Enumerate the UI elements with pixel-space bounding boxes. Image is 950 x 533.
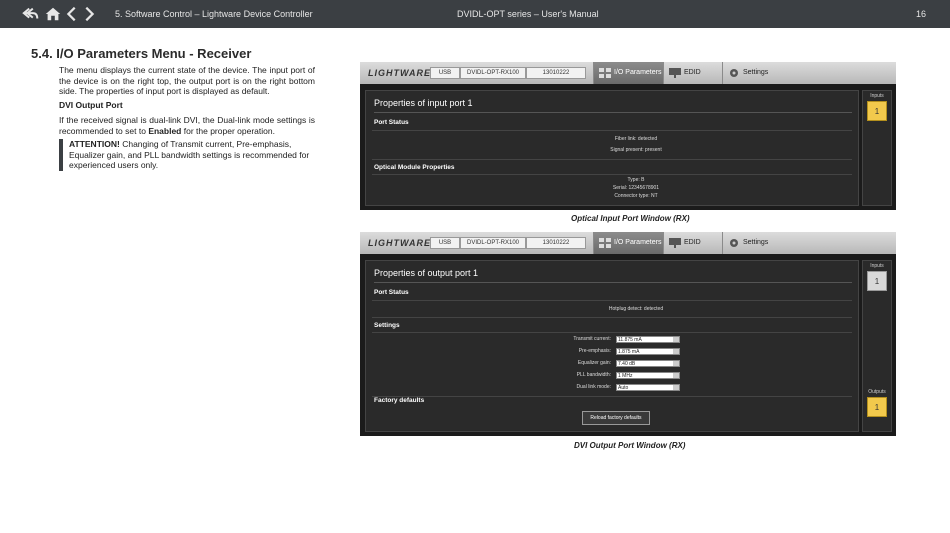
- port-status-heading: Port Status: [374, 119, 409, 126]
- outputs-label: Outputs: [868, 389, 886, 395]
- input-port-properties-panel: Properties of input port 1 Port Status F…: [365, 90, 859, 206]
- pll-bandwidth-row: PLL bandwidth: 1 MHz: [526, 372, 696, 380]
- pll-bandwidth-label: PLL bandwidth:: [576, 372, 611, 378]
- title-divider: [374, 282, 852, 283]
- tab-io-parameters[interactable]: I/O Parameters: [593, 62, 663, 84]
- optical-input-port-screenshot: LIGHTWARE USB DVIDL-OPT-RX100 13010222 I…: [360, 62, 896, 210]
- dvi-output-port-screenshot: LIGHTWARE USB DVIDL-OPT-RX100 13010222 I…: [360, 232, 896, 436]
- transmit-current-row: Transmit current: 11.875 mA: [526, 336, 696, 344]
- panel-title: Properties of input port 1: [374, 98, 473, 108]
- tab-edid[interactable]: EDID: [663, 62, 722, 84]
- attention-label: ATTENTION!: [69, 139, 120, 149]
- divider: [372, 396, 852, 397]
- back-to-previous-view-icon[interactable]: [22, 5, 40, 23]
- pll-bandwidth-select[interactable]: 1 MHz: [616, 372, 680, 379]
- tab-io-parameters[interactable]: I/O Parameters: [593, 232, 663, 254]
- settings-heading: Settings: [374, 322, 400, 329]
- serial-field: 13010222: [526, 237, 586, 249]
- monitor-icon: [669, 238, 681, 248]
- chapter-title: 5. Software Control – Lightware Device C…: [115, 9, 313, 19]
- model-field: DVIDL-OPT-RX100: [460, 67, 526, 79]
- app-toolbar: LIGHTWARE USB DVIDL-OPT-RX100 13010222 I…: [360, 62, 896, 84]
- panel-title: Properties of output port 1: [374, 268, 479, 278]
- hotplug-status: Hotplug detect: detected: [608, 306, 664, 312]
- pre-emphasis-row: Pre-emphasis: 1.875 mA: [526, 348, 696, 356]
- intro-paragraph: The menu displays the current state of t…: [59, 65, 315, 96]
- connector-type: Connector type: NT: [614, 193, 658, 199]
- divider: [372, 159, 852, 160]
- transmit-current-select[interactable]: 11.875 mA: [616, 336, 680, 343]
- app-toolbar: LIGHTWARE USB DVIDL-OPT-RX100 13010222 I…: [360, 232, 896, 254]
- top-navigation-bar: 5. Software Control – Lightware Device C…: [0, 0, 950, 28]
- attention-note: ATTENTION! Changing of Transmit current,…: [69, 139, 310, 170]
- tab-edid[interactable]: EDID: [663, 232, 722, 254]
- title-divider: [374, 112, 852, 113]
- fiber-link-status: Fiber link: detected: [614, 136, 658, 142]
- output-port-properties-panel: Properties of output port 1 Port Status …: [365, 260, 859, 432]
- divider: [372, 174, 852, 175]
- next-page-icon[interactable]: [80, 5, 98, 23]
- previous-page-icon[interactable]: [63, 5, 81, 23]
- signal-present-status: Signal present: present: [610, 147, 662, 153]
- module-type: Type: B: [627, 177, 645, 183]
- lightware-logo: LIGHTWARE: [368, 238, 431, 248]
- port-selector: Inputs 1: [862, 90, 892, 206]
- equalizer-gain-label: Equalizer gain:: [577, 360, 611, 366]
- output-port-1-button[interactable]: 1: [867, 397, 887, 417]
- divider: [372, 300, 852, 301]
- dual-link-mode-select[interactable]: Auto: [616, 384, 680, 391]
- equalizer-gain-select[interactable]: 7.40 dB: [616, 360, 680, 367]
- equalizer-gain-row: Equalizer gain: 7.40 dB: [526, 360, 696, 368]
- divider: [372, 332, 852, 333]
- model-field: DVIDL-OPT-RX100: [460, 237, 526, 249]
- reload-factory-defaults-button[interactable]: Reload factory defaults: [582, 411, 650, 425]
- input-port-1-button[interactable]: 1: [867, 101, 887, 121]
- factory-defaults-heading: Factory defaults: [374, 397, 425, 404]
- inputs-label: Inputs: [870, 93, 884, 99]
- dual-link-mode-label: Dual link mode:: [576, 384, 611, 390]
- manual-title: DVIDL-OPT series – User's Manual: [457, 9, 599, 19]
- connection-field: USB: [430, 67, 460, 79]
- serial-field: 13010222: [526, 67, 586, 79]
- pre-emphasis-select[interactable]: 1.875 mA: [616, 348, 680, 355]
- connection-field: USB: [430, 237, 460, 249]
- optical-module-heading: Optical Module Properties: [374, 164, 455, 171]
- dual-link-paragraph: If the received signal is dual-link DVI,…: [59, 115, 315, 136]
- gear-icon: [730, 69, 738, 77]
- gear-icon: [730, 239, 738, 247]
- tab-settings[interactable]: Settings: [722, 232, 782, 254]
- monitor-icon: [669, 68, 681, 78]
- grid-icon: [599, 68, 611, 78]
- attention-bar: [59, 139, 63, 171]
- page-number: 16: [915, 9, 926, 19]
- grid-icon: [599, 238, 611, 248]
- port-selector: Inputs 1 Outputs 1: [862, 260, 892, 432]
- lightware-logo: LIGHTWARE: [368, 68, 431, 78]
- figure-caption-dvi-output: DVI Output Port Window (RX): [574, 441, 686, 450]
- pre-emphasis-label: Pre-emphasis:: [578, 348, 611, 354]
- home-icon[interactable]: [44, 5, 62, 23]
- divider: [372, 317, 852, 318]
- inputs-label: Inputs: [870, 263, 884, 269]
- divider: [372, 130, 852, 131]
- section-title: 5.4. I/O Parameters Menu - Receiver: [31, 46, 252, 61]
- subheading-dvi-output-port: DVI Output Port: [59, 100, 123, 110]
- enabled-keyword: Enabled: [148, 125, 182, 136]
- port-status-heading: Port Status: [374, 289, 409, 296]
- transmit-current-label: Transmit current:: [573, 336, 611, 342]
- dual-link-mode-row: Dual link mode: Auto: [526, 384, 696, 392]
- tab-settings[interactable]: Settings: [722, 62, 782, 84]
- module-serial: Serial: 12345678901: [612, 185, 660, 191]
- figure-caption-optical-input: Optical Input Port Window (RX): [571, 214, 690, 223]
- input-port-1-button[interactable]: 1: [867, 271, 887, 291]
